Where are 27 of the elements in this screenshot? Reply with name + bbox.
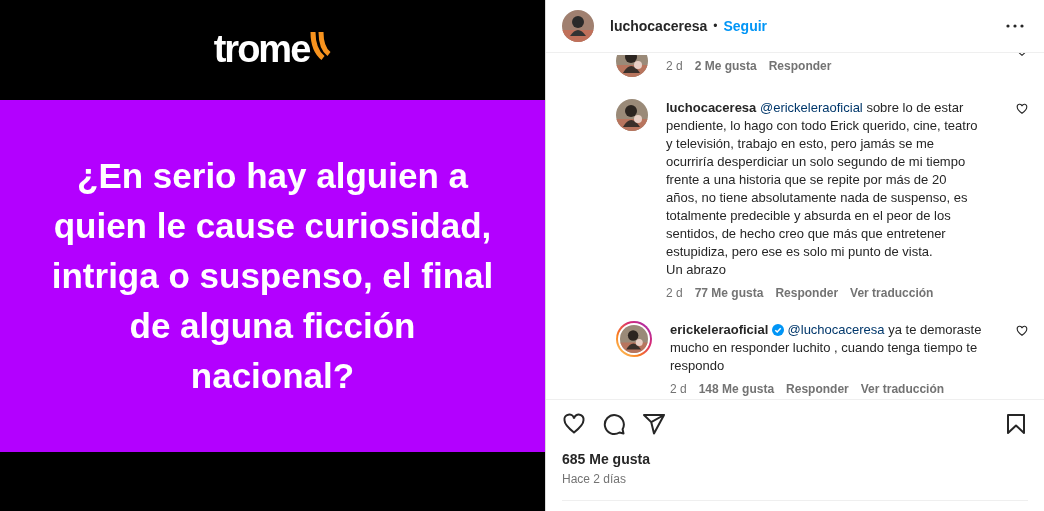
comment-text: erickeleraoficial @luchocaceresa ya te demoraste mucho en responder luchito , cuando tenga tiempo te respondo (670, 321, 982, 375)
comment-icon[interactable] (602, 412, 626, 436)
post-time: Hace 2 días (562, 470, 1028, 501)
logo-text: trome (213, 30, 310, 68)
translate-link[interactable]: Ver traducción (850, 285, 934, 301)
reply-link[interactable]: Responder (768, 58, 832, 74)
comment-likes[interactable]: 77 Me gusta (694, 285, 764, 301)
separator: • (713, 18, 718, 35)
comment-likes[interactable]: 148 Me gusta (698, 381, 775, 397)
mention-link[interactable]: @luchocaceresa (787, 322, 885, 337)
comment-text: luchocaceresa @erickeleraoficial sobre lo de estar pendiente, lo hago con todo Erick querido, cine, teatro y televisión, trabajo en esto, pero jamás se me ocurriría desperdiciar un solo segundo de mi tiempo frente a una historia que se repite por más de 20 años, no tiene absolutamente nada de suspenso, es totalmente predecible y absurda en el peor de los sentidos, de hecho creo que más que entretener estupidiza, pero ese es solo mi punto de vista. Un abrazo (666, 99, 978, 279)
comment-time: 2 d (666, 285, 683, 301)
username[interactable]: luchocaceresa (610, 15, 708, 37)
share-icon[interactable] (642, 412, 666, 436)
like-count[interactable]: 685 Me gusta (562, 450, 1028, 468)
follow-button[interactable]: Seguir (723, 15, 768, 37)
bookmark-icon[interactable] (1004, 412, 1028, 436)
comment-time: 2 d (666, 58, 683, 74)
reply-link[interactable]: Responder (775, 285, 839, 301)
headline: ¿En serio hay alguien a quien le cause curiosidad, intriga o suspenso, el final de alguna ficción nacional? (50, 155, 495, 397)
mention-link[interactable]: @erickeleraoficial (759, 100, 863, 115)
more-options-icon[interactable] (1006, 24, 1024, 28)
comment-time: 2 d (670, 381, 687, 397)
comment-likes[interactable]: 2 Me gusta (694, 58, 757, 74)
reply-link[interactable]: Responder (786, 381, 849, 397)
translate-link[interactable]: Ver traducción (860, 381, 945, 397)
story-ring[interactable] (616, 321, 652, 357)
